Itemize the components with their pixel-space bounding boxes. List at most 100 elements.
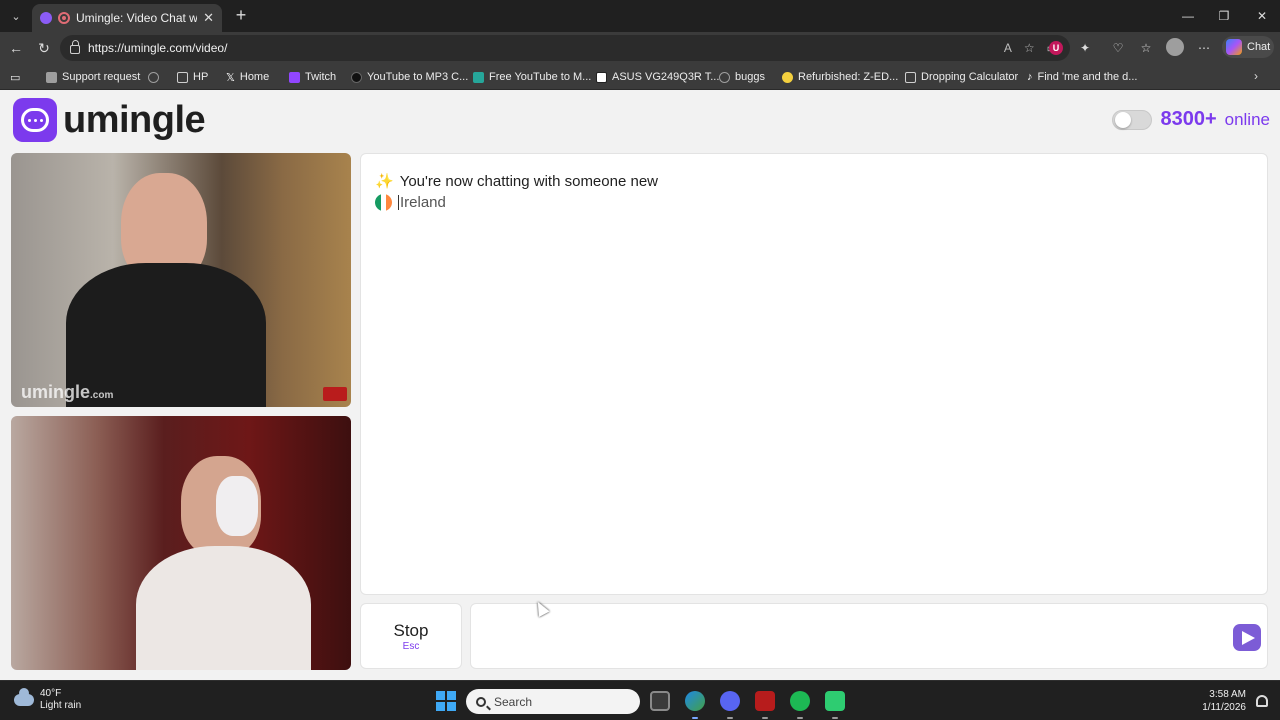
url-text[interactable]: https://umingle.com/video/ (88, 41, 227, 55)
stop-shortcut-hint: Esc (402, 641, 420, 652)
notifications-bell-icon[interactable] (1256, 695, 1268, 707)
browser-tab-umingle[interactable]: Umingle: Video Chat with Stra ✕ (32, 4, 222, 32)
bookmark-free-youtube[interactable]: Free YouTube to M... (473, 69, 591, 85)
profile-avatar[interactable] (1166, 38, 1184, 56)
windows-taskbar: 40°F Light rain Search 3:58 AM 1/11/2026 (0, 680, 1280, 720)
self-body (136, 546, 311, 670)
headphones (216, 476, 258, 536)
read-aloud-icon[interactable]: A (1004, 41, 1012, 55)
bookmark-home[interactable]: 𝕏 Home (226, 69, 269, 85)
site-logo[interactable]: umingle (13, 98, 206, 142)
recording-app-icon[interactable] (755, 691, 775, 711)
sparkles-icon: ✨ (375, 173, 394, 190)
search-placeholder: Search (494, 694, 533, 709)
spotify-icon[interactable] (790, 691, 810, 711)
lemon-icon (782, 71, 793, 83)
spotify-running-indicator (797, 717, 803, 719)
tab-title: Umingle: Video Chat with Stra (76, 11, 198, 25)
rain-cloud-icon (14, 688, 34, 706)
stop-label: Stop (393, 621, 429, 640)
copilot-chat-button[interactable]: Chat (1222, 36, 1274, 58)
more-menu-icon[interactable]: ⋯ (1194, 38, 1214, 58)
twitch-icon (289, 71, 300, 83)
globe-icon (148, 71, 159, 83)
send-arrow-icon (1241, 630, 1255, 645)
self-video (11, 416, 351, 670)
favorites-icon[interactable]: ☆ (1136, 38, 1156, 58)
taskbar-search[interactable]: Search (466, 689, 640, 714)
bookmark-globe[interactable] (148, 69, 159, 85)
bookmark-asus[interactable]: ASUS VG249Q3R T... (596, 69, 719, 85)
edge-browser-icon[interactable] (685, 691, 705, 711)
system-clock[interactable]: 3:58 AM 1/11/2026 (1202, 688, 1246, 714)
bookmarks-more-chevron-icon[interactable]: › (1254, 69, 1258, 83)
task-view-icon[interactable] (650, 691, 670, 711)
globe-icon (719, 71, 730, 83)
stranger-location: Ireland (375, 194, 446, 211)
tiktok-icon: ♪ (1027, 71, 1033, 83)
restore-button[interactable]: ❐ (1206, 4, 1242, 28)
tab-close-icon[interactable]: ✕ (203, 10, 214, 26)
close-window-button[interactable]: ✕ (1244, 4, 1280, 28)
bookmark-buggs[interactable]: buggs (719, 69, 765, 85)
clock-date: 1/11/2026 (1202, 702, 1246, 713)
browser-nav-bar: ← ↻ https://umingle.com/video/ A ☆ ▭ U ✦… (0, 32, 1280, 64)
copilot-label: Chat (1247, 41, 1271, 53)
reload-icon[interactable]: ↻ (34, 38, 54, 58)
ireland-flag-icon (375, 194, 392, 211)
chat-app-icon[interactable] (825, 691, 845, 711)
chat-log: ✨ You're now chatting with someone new I… (360, 153, 1268, 595)
country-text: Ireland (400, 194, 446, 211)
message-input[interactable] (470, 603, 1268, 669)
temperature: 40°F (40, 688, 62, 699)
browser-title-bar: ⌄ Umingle: Video Chat with Stra ✕ + — ❐ … (0, 0, 1280, 32)
bookmarks-bar: ▭ Support request HP 𝕏 Home Twitch YouTub… (0, 64, 1280, 90)
ytm-icon (473, 71, 484, 83)
clock-time: 3:58 AM (1209, 689, 1246, 700)
recording-app-indicator (762, 717, 768, 719)
collections-icon[interactable]: ▭ (10, 69, 20, 85)
extensions-puzzle-icon[interactable]: ✦ (1075, 38, 1095, 58)
online-label: online (1224, 109, 1270, 129)
new-tab-button[interactable]: + (230, 5, 252, 27)
chat-app-indicator (832, 717, 838, 719)
notion-icon (596, 71, 607, 83)
windows-start-icon[interactable] (436, 691, 456, 711)
bookmark-support-request[interactable]: Support request (46, 69, 140, 85)
copilot-icon (1226, 39, 1242, 55)
converter-icon (351, 71, 362, 83)
system-message: ✨ You're now chatting with someone new (375, 172, 658, 191)
online-count: 8300+ (1160, 108, 1217, 130)
edge-active-indicator (692, 717, 698, 719)
search-icon (476, 696, 486, 707)
discord-running-indicator (727, 717, 733, 719)
bookmark-refurbished[interactable]: Refurbished: Z-ED... (782, 69, 898, 85)
extension-u-icon[interactable]: U (1049, 41, 1063, 55)
bookmark-tiktok[interactable]: ♪ Find 'me and the d... (1027, 69, 1137, 85)
video-indicator-icon (323, 387, 347, 401)
video-watermark: umingle.com (21, 382, 114, 402)
lock-icon[interactable] (70, 40, 80, 54)
umingle-page: umingle 8300+ online umingle.com ✨ You'r… (0, 90, 1280, 680)
recording-indicator-icon (58, 12, 70, 24)
favorite-star-icon[interactable]: ☆ (1024, 41, 1035, 55)
back-arrow-icon[interactable]: ← (6, 38, 26, 58)
logo-text: umingle (63, 98, 206, 141)
discord-icon[interactable] (720, 691, 740, 711)
bookmark-dropping-calculator[interactable]: Dropping Calculator (905, 69, 1018, 85)
send-button[interactable] (1233, 624, 1261, 651)
clipboard-icon (46, 71, 57, 83)
browser-essentials-icon[interactable]: ♡ (1108, 38, 1128, 58)
bookmark-hp[interactable]: HP (177, 69, 208, 85)
theme-toggle[interactable] (1112, 109, 1153, 130)
umingle-favicon-icon (40, 12, 52, 24)
weather-widget[interactable]: 40°F Light rain (14, 688, 81, 712)
minimize-button[interactable]: — (1170, 4, 1206, 28)
bookmark-youtube-mp3[interactable]: YouTube to MP3 C... (351, 69, 468, 85)
bookmark-twitch[interactable]: Twitch (289, 69, 336, 85)
tab-actions-menu-icon[interactable]: ⌄ (6, 6, 26, 26)
address-bar[interactable]: https://umingle.com/video/ A ☆ ▭ (60, 35, 1070, 61)
stop-button[interactable]: Stop Esc (360, 603, 462, 669)
chat-intro-text: You're now chatting with someone new (399, 172, 658, 190)
calculator-icon (905, 71, 916, 83)
